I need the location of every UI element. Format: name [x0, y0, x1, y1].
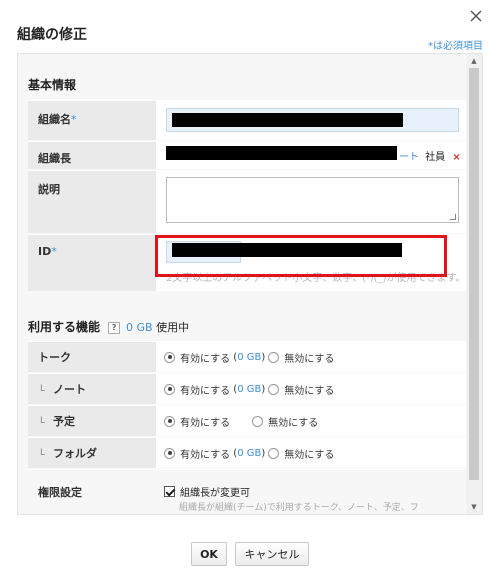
usage-suffix: 使用中: [156, 321, 190, 334]
close-icon: [470, 10, 482, 22]
cancel-button[interactable]: キャンセル: [235, 542, 309, 566]
feature-label: L 予定: [28, 406, 156, 436]
schedule-enable-radio[interactable]: 有効にする: [164, 414, 230, 429]
help-icon[interactable]: ?: [108, 321, 121, 334]
description-row: 説明: [28, 170, 466, 233]
form-scroll-area[interactable]: 基本情報 組織名* 組織長 ート 社員 × 説明 ID* 2文字以上のアルファベ…: [17, 53, 483, 515]
permission-row: 権限設定 組織長が変更可 組織長が組織(チーム)で利用するトーク、ノート、予定、…: [28, 469, 466, 514]
leader-link[interactable]: ート: [399, 152, 419, 163]
highlight-frame: [155, 235, 447, 277]
permission-checkbox[interactable]: 組織長が変更可: [164, 484, 250, 499]
required-note: *は必須項目: [428, 41, 483, 52]
leader-label: 組織長: [28, 142, 156, 169]
feature-row-talk: トーク 有効にする (0 GB) 無効にする: [28, 341, 466, 372]
dialog-title: 組織の修正: [17, 27, 87, 43]
ok-button[interactable]: OK: [191, 542, 227, 566]
permission-desc: 組織長が組織(チーム)で利用するトーク、ノート、予定、フ: [179, 503, 419, 513]
close-button[interactable]: [466, 6, 486, 26]
name-label: 組織名*: [28, 101, 156, 140]
feature-label: L ノート: [28, 374, 156, 404]
feature-label: トーク: [28, 342, 156, 372]
talk-disable-radio[interactable]: 無効にする: [268, 350, 334, 365]
basic-info-heading: 基本情報: [28, 78, 77, 92]
leader-row: 組織長 ート 社員 ×: [28, 141, 466, 169]
note-enable-radio[interactable]: 有効にする (0 GB): [164, 382, 265, 397]
feature-row-schedule: L 予定 有効にする 無効にする: [28, 405, 466, 436]
scroll-thumb[interactable]: [469, 68, 479, 480]
leader-role: 社員: [425, 152, 446, 163]
remove-leader-icon[interactable]: ×: [452, 152, 460, 163]
usage-value: 0 GB: [126, 321, 153, 334]
folder-enable-radio[interactable]: 有効にする (0 GB): [164, 446, 265, 461]
resize-grip-icon[interactable]: [450, 214, 456, 220]
name-row: 組織名*: [28, 100, 466, 140]
features-heading: 利用する機能? 0 GB 使用中: [28, 320, 190, 334]
description-label: 説明: [28, 171, 156, 233]
checkbox-icon: [164, 486, 175, 497]
redacted-leader: [166, 146, 397, 160]
vertical-scrollbar[interactable]: ▲ ▼: [466, 54, 482, 514]
talk-enable-radio[interactable]: 有効にする (0 GB): [164, 350, 265, 365]
id-label: ID*: [28, 235, 156, 291]
schedule-disable-radio[interactable]: 無効にする: [252, 414, 318, 429]
scroll-up-icon[interactable]: ▲: [466, 54, 482, 68]
scroll-down-icon[interactable]: ▼: [466, 500, 482, 514]
permission-label: 権限設定: [28, 470, 156, 514]
feature-row-note: L ノート 有効にする (0 GB) 無効にする: [28, 373, 466, 404]
note-disable-radio[interactable]: 無効にする: [268, 382, 334, 397]
feature-label: L フォルダ: [28, 438, 156, 468]
feature-row-folder: L フォルダ 有効にする (0 GB) 無効にする: [28, 437, 466, 468]
description-textarea[interactable]: [166, 177, 459, 223]
redacted-name: [172, 113, 403, 127]
folder-disable-radio[interactable]: 無効にする: [268, 446, 334, 461]
